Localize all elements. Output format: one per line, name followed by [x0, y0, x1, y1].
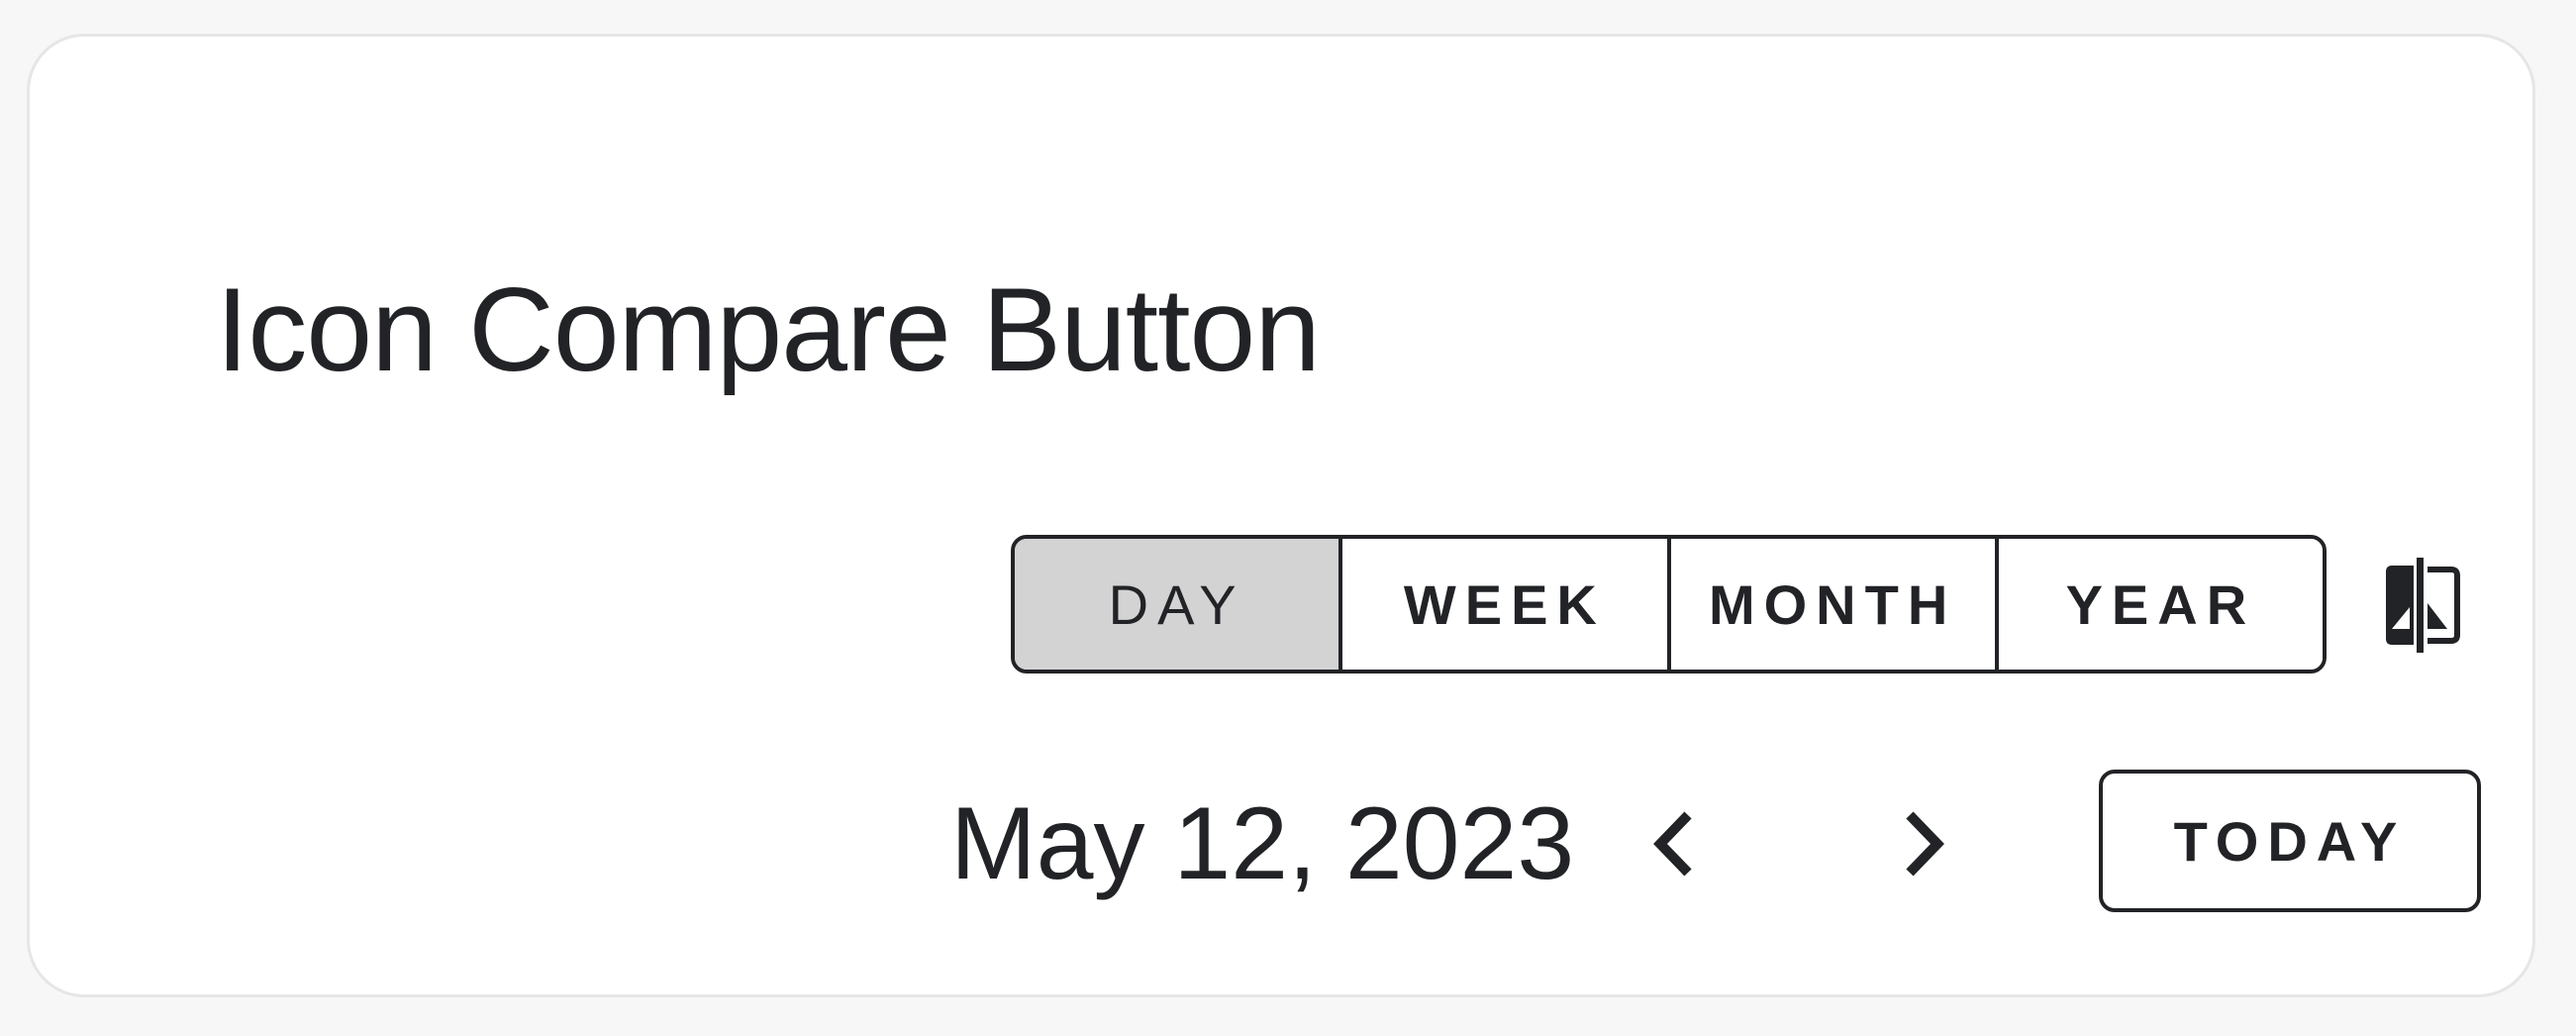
- previous-button[interactable]: [1632, 799, 1721, 888]
- view-option-month[interactable]: MONTH: [1670, 539, 1999, 670]
- page-title: Icon Compare Button: [216, 263, 1321, 396]
- next-button[interactable]: [1877, 799, 1966, 888]
- view-option-year[interactable]: YEAR: [1998, 539, 2323, 670]
- today-button[interactable]: TODAY: [2099, 770, 2481, 912]
- current-date: May 12, 2023: [950, 786, 1575, 901]
- view-option-day[interactable]: DAY: [1015, 539, 1343, 670]
- view-switcher: DAY WEEK MONTH YEAR: [1011, 535, 2327, 673]
- chevron-left-icon: [1653, 811, 1692, 877]
- compare-icon: [2386, 558, 2460, 653]
- card: Icon Compare Button DAY WEEK MONTH YEAR …: [27, 34, 2535, 997]
- compare-button[interactable]: [2380, 556, 2465, 655]
- chevron-right-icon: [1906, 811, 1944, 877]
- view-option-week[interactable]: WEEK: [1342, 539, 1671, 670]
